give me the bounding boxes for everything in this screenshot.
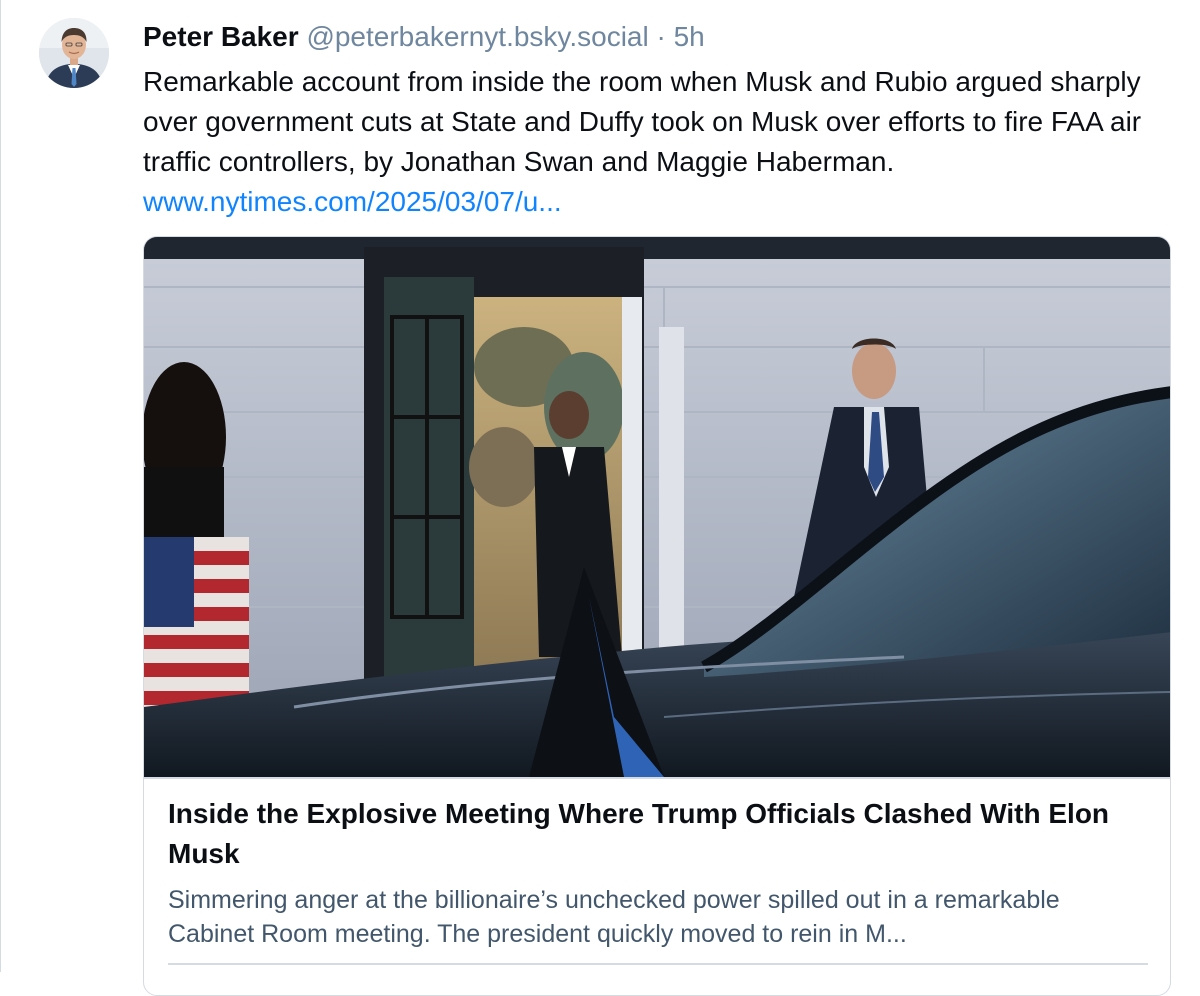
- post-text-content: Remarkable account from inside the room …: [143, 66, 1142, 177]
- author-handle[interactable]: @peterbakernyt.bsky.social: [306, 21, 648, 52]
- person-avatar-icon: [39, 18, 109, 88]
- post-timestamp[interactable]: 5h: [674, 21, 705, 52]
- post-text: Remarkable account from inside the room …: [143, 62, 1183, 222]
- card-title[interactable]: Inside the Explosive Meeting Where Trump…: [168, 794, 1148, 874]
- link-embed-card[interactable]: Inside the Explosive Meeting Where Trump…: [143, 236, 1171, 996]
- article-photo: [144, 237, 1170, 777]
- header-separator: ·: [656, 21, 666, 52]
- card-footer-divider: [168, 963, 1148, 965]
- card-description: Simmering anger at the billionaire’s unc…: [168, 886, 1060, 948]
- post-header: Peter Baker @peterbakernyt.bsky.social ·…: [143, 18, 705, 56]
- author-display-name[interactable]: Peter Baker: [143, 21, 299, 52]
- post-container: Peter Baker @peterbakernyt.bsky.social ·…: [0, 0, 1200, 996]
- card-divider: [144, 777, 1170, 779]
- post-link[interactable]: www.nytimes.com/2025/03/07/u...: [143, 186, 562, 217]
- author-avatar[interactable]: [39, 18, 109, 88]
